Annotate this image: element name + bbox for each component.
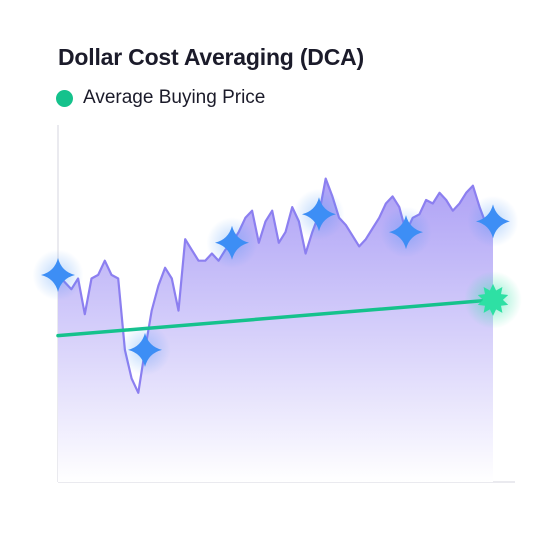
dca-chart [32,125,522,483]
